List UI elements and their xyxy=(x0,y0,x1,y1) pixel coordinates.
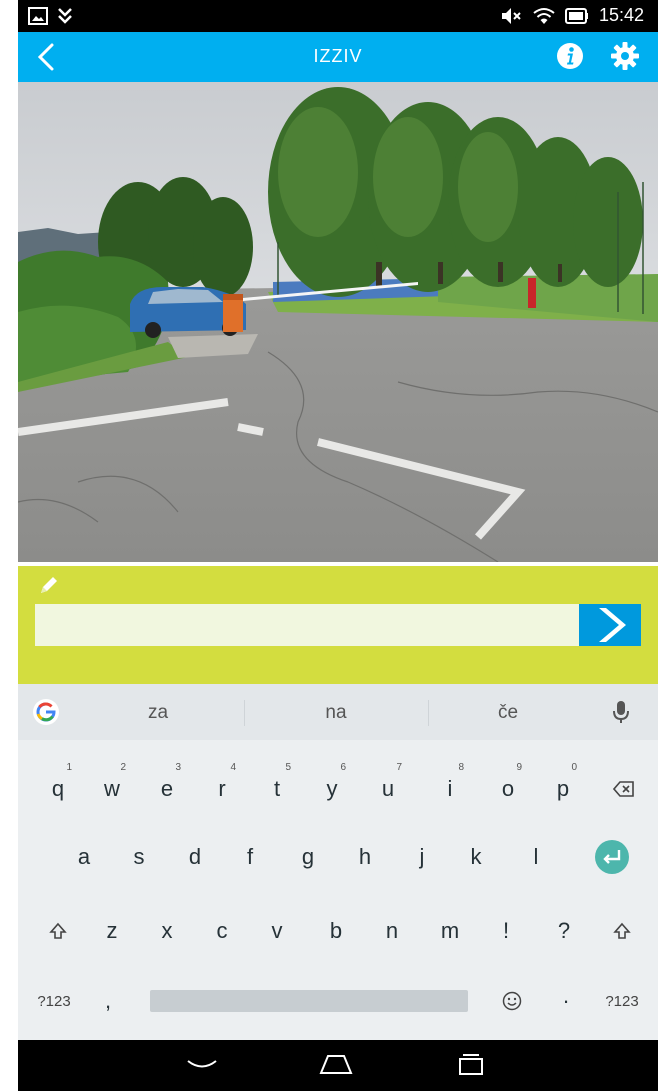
key-m[interactable]: m xyxy=(432,906,468,956)
key-x[interactable]: x xyxy=(149,906,185,956)
status-time: 15:42 xyxy=(598,5,644,25)
suggestion-2[interactable]: na xyxy=(266,702,406,724)
suggestion-divider xyxy=(428,700,429,726)
device-screen: 15:42 IZZIV za na če q 1 w 2 e 3 r 4 t 5… xyxy=(18,0,658,1091)
pencil-icon xyxy=(41,577,57,593)
suggestion-divider xyxy=(244,700,245,726)
enter-key[interactable] xyxy=(590,832,634,882)
image-notification-icon xyxy=(28,7,48,25)
microphone-icon[interactable] xyxy=(610,698,632,726)
shift-icon xyxy=(613,922,631,939)
submit-answer-button[interactable] xyxy=(579,604,641,646)
key-z[interactable]: z xyxy=(94,906,130,956)
symbols-key-left[interactable]: ?123 xyxy=(26,976,82,1026)
answer-input-wrapper xyxy=(35,604,579,646)
chevron-right-icon xyxy=(599,608,626,642)
backspace-key[interactable] xyxy=(604,764,644,814)
google-icon[interactable] xyxy=(32,698,60,726)
key-o[interactable]: o9 xyxy=(490,762,526,814)
suggestion-strip: za na če xyxy=(18,684,658,740)
key-k[interactable]: k xyxy=(458,832,494,882)
key-q[interactable]: q1 xyxy=(40,762,76,814)
key-u[interactable]: u7 xyxy=(370,762,406,814)
key-b[interactable]: b xyxy=(318,906,354,956)
key-p[interactable]: p0 xyxy=(545,762,581,814)
key-c[interactable]: c xyxy=(204,906,240,956)
key-l[interactable]: l xyxy=(518,832,554,882)
suggestion-1[interactable]: za xyxy=(88,702,228,724)
key-comma[interactable]: , xyxy=(94,976,122,1026)
answer-input[interactable] xyxy=(35,604,579,646)
key-question[interactable]: ? xyxy=(546,906,582,956)
status-bar: 15:42 xyxy=(18,0,658,32)
space-bar-surface xyxy=(150,990,468,1012)
download-notification-icon xyxy=(58,8,72,24)
app-bar: IZZIV xyxy=(18,32,658,82)
symbols-key-right[interactable]: ?123 xyxy=(594,976,650,1026)
space-bar[interactable] xyxy=(150,976,468,1026)
key-j[interactable]: j xyxy=(404,832,440,882)
smiley-icon xyxy=(502,991,522,1011)
shift-key-right[interactable] xyxy=(604,906,640,956)
suggestion-3[interactable]: če xyxy=(438,702,578,724)
key-w[interactable]: w2 xyxy=(94,762,130,814)
challenge-photo xyxy=(18,82,658,562)
key-t[interactable]: t5 xyxy=(259,762,295,814)
backspace-icon xyxy=(613,781,634,797)
soft-keyboard: za na če q1 w2 e3 r4 t5 y6 u7 i8 o9 p0 a… xyxy=(18,684,658,1040)
key-g[interactable]: g xyxy=(290,832,326,882)
key-h[interactable]: h xyxy=(347,832,383,882)
enter-icon xyxy=(595,840,629,874)
key-n[interactable]: n xyxy=(374,906,410,956)
nav-recents-icon[interactable] xyxy=(456,1052,486,1076)
battery-icon xyxy=(564,7,588,24)
key-i[interactable]: i8 xyxy=(432,762,468,814)
volume-muted-icon xyxy=(501,7,521,24)
wifi-icon xyxy=(533,7,555,24)
key-r[interactable]: r4 xyxy=(204,762,240,814)
shift-icon xyxy=(49,922,67,939)
key-period[interactable]: · xyxy=(552,976,580,1026)
key-y[interactable]: y6 xyxy=(314,762,350,814)
emoji-key[interactable] xyxy=(494,976,530,1026)
screen: 15:42 IZZIV za na če q 1 w 2 e 3 r 4 t 5… xyxy=(0,0,669,1091)
shift-key-left[interactable] xyxy=(40,906,76,956)
answer-panel xyxy=(18,566,658,684)
nav-home-icon[interactable] xyxy=(318,1052,354,1076)
gear-icon[interactable] xyxy=(610,41,640,71)
nav-back-icon[interactable] xyxy=(186,1058,218,1074)
key-d[interactable]: d xyxy=(177,832,213,882)
system-nav-bar xyxy=(18,1040,658,1091)
key-exclamation[interactable]: ! xyxy=(488,906,524,956)
key-a[interactable]: a xyxy=(66,832,102,882)
key-e[interactable]: e3 xyxy=(149,762,185,814)
key-v[interactable]: v xyxy=(259,906,295,956)
key-f[interactable]: f xyxy=(232,832,268,882)
info-icon[interactable] xyxy=(556,42,584,70)
key-s[interactable]: s xyxy=(121,832,157,882)
